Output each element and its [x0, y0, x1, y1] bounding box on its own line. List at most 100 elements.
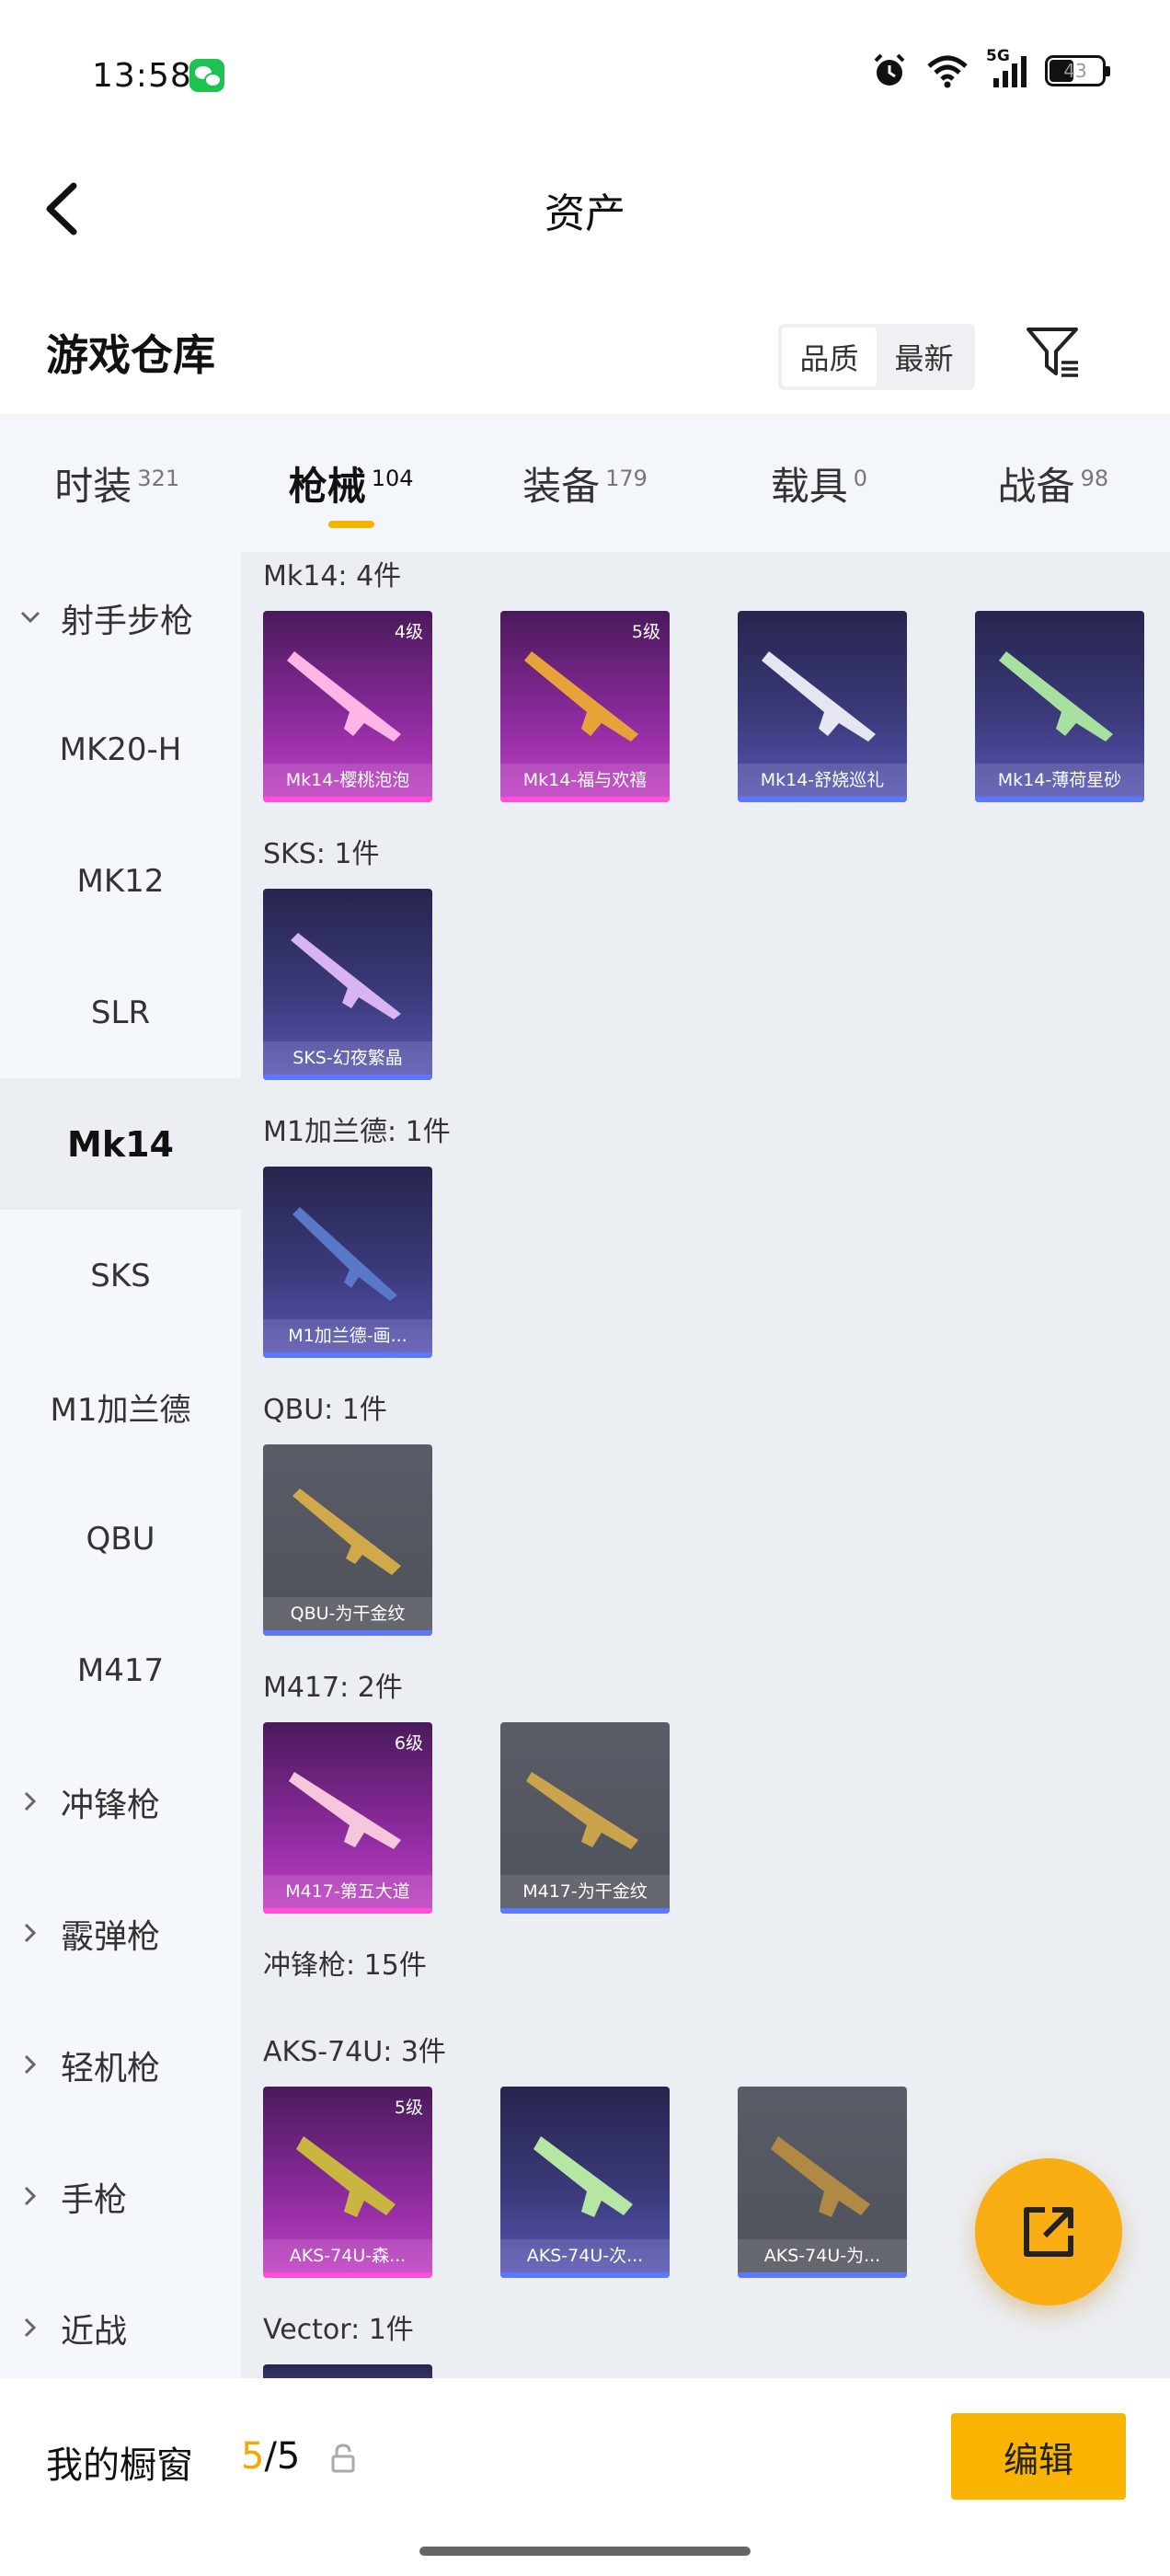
group-vector: Vector: 1件 [241, 2317, 432, 2378]
showcase-current: 5 [241, 2435, 265, 2478]
smg-icon [533, 2136, 633, 2217]
item-grid [241, 2364, 432, 2378]
rifle-icon [999, 651, 1113, 742]
weapon-card[interactable]: 4级 Mk14-樱桃泡泡 [263, 611, 432, 802]
item-level: 6级 [394, 1733, 423, 1754]
smg-icon [771, 2136, 870, 2217]
item-grid: SKS-幻夜繁晶 [241, 889, 432, 1080]
group-header: M417: 2件 [263, 1672, 403, 1704]
weapon-card[interactable]: M417-为干金纹 [500, 1722, 670, 1914]
item-name: Mk14-樱桃泡泡 [263, 764, 432, 797]
group-mk14: Mk14: 4件 4级 Mk14-樱桃泡泡 5级 Mk14-福与欢禧 Mk14-… [241, 563, 1144, 802]
cellular-signal-icon: 5G [986, 47, 1028, 89]
tab-count: 98 [1080, 466, 1109, 491]
sidebar-group-lmg[interactable]: 轻机枪 [0, 1999, 241, 2131]
rifle-icon [292, 1489, 401, 1575]
weapon-card[interactable]: AKS-74U-为... [738, 2087, 907, 2278]
group-m417: M417: 2件 6级 M417-第五大道 M417-为干金纹 [241, 1674, 670, 1914]
tab-count: 321 [137, 466, 180, 491]
sort-by-quality[interactable]: 品质 [782, 328, 877, 386]
item-grid: 4级 Mk14-樱桃泡泡 5级 Mk14-福与欢禧 Mk14-舒娆巡礼 Mk14… [241, 611, 1144, 802]
app-header: 资产 [0, 138, 1170, 276]
weapon-card[interactable]: 5级 AKS-74U-森... [263, 2087, 432, 2278]
rarity-bar [738, 797, 907, 802]
sidebar-item-slr[interactable]: SLR [0, 947, 241, 1078]
tab-outfits[interactable]: 时装 321 [0, 414, 234, 552]
group-header: SKS: 1件 [263, 838, 380, 870]
item-name: SKS-幻夜繁晶 [263, 1041, 432, 1075]
tab-label: 装备 [522, 463, 601, 509]
tab-equipment[interactable]: 装备 179 [468, 414, 702, 552]
tab-label: 枪械 [288, 463, 366, 509]
group-header: QBU: 1件 [263, 1394, 387, 1426]
sidebar-item-label: 霰弹枪 [61, 1917, 161, 1956]
item-level: 5级 [394, 2098, 423, 2118]
page-title: 资产 [545, 190, 625, 237]
weapon-card[interactable]: QBU-为干金纹 [263, 1444, 432, 1636]
weapon-type-sidebar: 射手步枪 MK20-H MK12 SLR Mk14 SKS M1加兰德 QBU … [0, 552, 241, 2378]
weapon-card[interactable]: M1加兰德-画... [263, 1167, 432, 1358]
sidebar-group-shotgun[interactable]: 霰弹枪 [0, 1868, 241, 1999]
tab-supplies[interactable]: 战备 98 [936, 414, 1170, 552]
weapon-card[interactable]: 6级 M417-第五大道 [263, 1722, 432, 1914]
item-level: 5级 [631, 622, 660, 642]
weapon-card[interactable] [263, 2364, 432, 2378]
rarity-bar [500, 1908, 670, 1914]
group-aks74u: AKS-74U: 3件 5级 AKS-74U-森... AKS-74U-次...… [241, 2039, 907, 2278]
item-level: 4级 [394, 622, 423, 642]
showcase-count: 5/5 [241, 2435, 300, 2478]
group-smg: 冲锋枪: 15件 [241, 1952, 427, 1980]
share-external-icon [1024, 2207, 1073, 2257]
rarity-bar [500, 2272, 670, 2278]
sidebar-item-m417[interactable]: M417 [0, 1604, 241, 1736]
sidebar-item-mk14[interactable]: Mk14 [0, 1078, 241, 1210]
weapon-card[interactable]: AKS-74U-次... [500, 2087, 670, 2278]
smg-icon [296, 2136, 396, 2217]
sidebar-item-m1-garand[interactable]: M1加兰德 [0, 1341, 241, 1473]
tab-label: 载具 [770, 463, 848, 509]
chevron-right-icon [24, 2317, 37, 2338]
group-header: M1加兰德: 1件 [263, 1116, 451, 1148]
sidebar-group-pistol[interactable]: 手枪 [0, 2131, 241, 2262]
status-icons: 5G 43 [870, 47, 1110, 90]
chevron-right-icon [24, 2054, 37, 2075]
showcase-total: /5 [264, 2435, 301, 2478]
chevron-right-icon [24, 1791, 37, 1811]
weapon-card[interactable]: 5级 Mk14-福与欢禧 [500, 611, 670, 802]
filter-icon[interactable] [1023, 322, 1084, 383]
tab-count: 179 [605, 466, 648, 491]
sidebar-group-smg[interactable]: 冲锋枪 [0, 1736, 241, 1868]
rarity-bar [500, 797, 670, 802]
tab-count: 0 [853, 466, 868, 491]
sort-by-newest[interactable]: 最新 [877, 328, 971, 386]
battery-icon: 43 [1045, 55, 1110, 86]
sidebar-item-mk20h[interactable]: MK20-H [0, 684, 241, 815]
weapon-card[interactable]: SKS-幻夜繁晶 [263, 889, 432, 1080]
rifle-icon [291, 933, 401, 1019]
edit-button[interactable]: 编辑 [951, 2413, 1126, 2500]
group-header: Mk14: 4件 [263, 560, 402, 592]
alarm-icon [874, 53, 905, 86]
item-grid: M1加兰德-画... [241, 1167, 451, 1358]
tab-weapons[interactable]: 枪械 104 [234, 414, 467, 552]
weapon-card[interactable]: Mk14-舒娆巡礼 [738, 611, 907, 802]
warehouse-row: 游戏仓库 品质 最新 [0, 276, 1170, 414]
sidebar-group-marksman-rifles[interactable]: 射手步枪 [0, 552, 241, 684]
sidebar-item-mk12[interactable]: MK12 [0, 815, 241, 947]
sidebar-item-qbu[interactable]: QBU [0, 1473, 241, 1604]
sidebar-item-label: 轻机枪 [61, 2049, 161, 2087]
rarity-bar [263, 1352, 432, 1358]
tab-vehicles[interactable]: 载具 0 [702, 414, 935, 552]
status-time: 13:58 [92, 57, 192, 95]
sidebar-item-label: MK12 [76, 862, 165, 900]
sidebar-item-sks[interactable]: SKS [0, 1210, 241, 1341]
home-indicator[interactable] [419, 2547, 751, 2556]
sidebar-item-label: M417 [76, 1651, 165, 1689]
sidebar-group-melee[interactable]: 近战 [0, 2262, 241, 2378]
sidebar-item-label: 射手步枪 [61, 602, 194, 640]
share-fab[interactable] [975, 2158, 1122, 2306]
item-name: Mk14-舒娆巡礼 [738, 764, 907, 797]
item-name: AKS-74U-次... [500, 2239, 670, 2272]
rarity-bar [975, 797, 1144, 802]
weapon-card[interactable]: Mk14-薄荷星砂 [975, 611, 1144, 802]
